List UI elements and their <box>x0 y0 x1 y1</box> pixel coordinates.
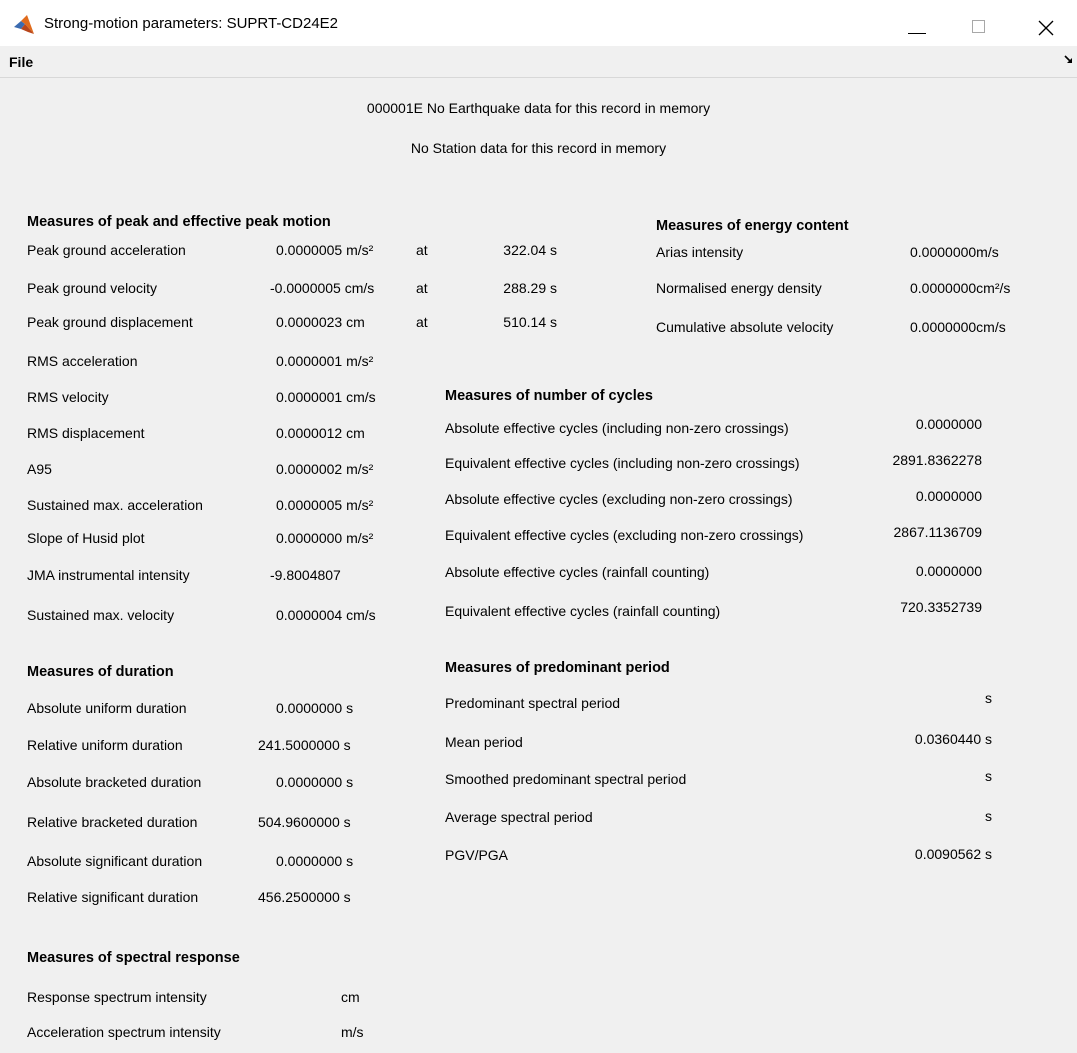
duration-label: Absolute uniform duration <box>27 700 187 716</box>
period-label: Mean period <box>445 734 523 750</box>
maximize-button[interactable] <box>948 0 1008 46</box>
period-label: Predominant spectral period <box>445 695 621 711</box>
peak-label: RMS velocity <box>27 389 109 405</box>
peak-at: at <box>416 280 428 296</box>
peak-value: 0.0000004 cm/s <box>276 607 376 623</box>
cycles-value: 720.3352739 <box>900 599 982 615</box>
dock-arrow-icon[interactable] <box>1064 55 1073 64</box>
energy-value: 0.0000000cm²/s <box>910 280 1011 296</box>
peak-motion-heading: Measures of peak and effective peak moti… <box>27 214 331 230</box>
spectral-value: cm <box>341 989 360 1005</box>
peak-label: Peak ground acceleration <box>27 242 186 258</box>
cycles-value: 0.0000000 <box>915 488 982 504</box>
peak-at: at <box>416 242 428 258</box>
peak-value: 0.0000012 cm <box>276 425 365 441</box>
period-label: Average spectral period <box>445 809 593 825</box>
peak-value: 0.0000005 m/s² <box>276 242 374 258</box>
peak-time: 288.29 s <box>503 280 557 296</box>
period-label: Smoothed predominant spectral period <box>445 771 687 787</box>
cycles-value: 0.0000000 <box>915 416 982 432</box>
duration-label: Absolute significant duration <box>27 853 203 869</box>
duration-value: 0.0000000 s <box>276 853 354 869</box>
duration-value: 0.0000000 s <box>276 700 354 716</box>
peak-label: A95 <box>27 461 52 477</box>
peak-label: Slope of Husid plot <box>27 530 145 546</box>
cycles-label: Absolute effective cycles (excluding non… <box>445 491 793 507</box>
peak-value: 0.0000023 cm <box>276 314 365 330</box>
cycles-label: Absolute effective cycles (including non… <box>445 420 789 436</box>
cycles-value: 2891.8362278 <box>892 452 982 468</box>
peak-value: 0.0000000 m/s² <box>276 530 374 546</box>
peak-label: RMS displacement <box>27 425 145 441</box>
period-heading: Measures of predominant period <box>445 660 670 676</box>
close-button[interactable] <box>1016 0 1076 46</box>
peak-value: -0.0000005 cm/s <box>270 280 375 296</box>
cycles-label: Absolute effective cycles (rainfall coun… <box>445 564 710 580</box>
station-info: No Station data for this record in memor… <box>410 140 667 156</box>
period-label: PGV/PGA <box>445 847 509 863</box>
close-icon <box>1038 20 1054 36</box>
energy-label: Normalised energy density <box>656 280 822 296</box>
peak-label: RMS acceleration <box>27 353 138 369</box>
peak-label: Peak ground velocity <box>27 280 157 296</box>
duration-label: Relative uniform duration <box>27 737 183 753</box>
cycles-label: Equivalent effective cycles (rainfall co… <box>445 603 721 619</box>
period-value: 0.0360440 s <box>914 731 992 747</box>
duration-value: 504.9600000 s <box>258 814 351 830</box>
duration-heading: Measures of duration <box>27 664 174 680</box>
energy-heading: Measures of energy content <box>656 218 849 234</box>
duration-label: Absolute bracketed duration <box>27 774 202 790</box>
energy-value: 0.0000000m/s <box>910 244 999 260</box>
peak-label: Sustained max. acceleration <box>27 497 203 513</box>
menu-bar: File <box>0 46 1077 78</box>
peak-value: 0.0000001 m/s² <box>276 353 374 369</box>
cycles-heading: Measures of number of cycles <box>445 388 653 404</box>
period-value: s <box>985 768 992 784</box>
duration-value: 241.5000000 s <box>258 737 351 753</box>
peak-value: -9.8004807 <box>270 567 341 583</box>
matlab-icon <box>14 15 34 34</box>
title-bar: Strong-motion parameters: SUPRT-CD24E2 <box>0 0 1077 46</box>
period-value: s <box>985 808 992 824</box>
duration-label: Relative significant duration <box>27 889 199 905</box>
spectral-value: m/s <box>341 1024 364 1040</box>
period-value: 0.0090562 s <box>914 846 992 862</box>
peak-value: 0.0000005 m/s² <box>276 497 374 513</box>
duration-label: Relative bracketed duration <box>27 814 198 830</box>
cycles-value: 0.0000000 <box>915 563 982 579</box>
peak-label: JMA instrumental intensity <box>27 567 190 583</box>
menu-file[interactable]: File <box>9 54 33 70</box>
peak-label: Sustained max. velocity <box>27 607 175 623</box>
peak-label: Peak ground displacement <box>27 314 193 330</box>
duration-value: 456.2500000 s <box>258 889 351 905</box>
energy-value: 0.0000000cm/s <box>910 319 1006 335</box>
peak-time: 510.14 s <box>503 314 557 330</box>
minimize-button[interactable] <box>888 0 948 46</box>
earthquake-info: 000001E No Earthquake data for this reco… <box>366 100 711 116</box>
spectral-label: Response spectrum intensity <box>27 989 207 1005</box>
peak-value: 0.0000001 cm/s <box>276 389 376 405</box>
period-value: s <box>985 690 992 706</box>
energy-label: Cumulative absolute velocity <box>656 319 834 335</box>
cycles-value: 2867.1136709 <box>893 524 983 540</box>
window-title: Strong-motion parameters: SUPRT-CD24E2 <box>44 15 339 32</box>
cycles-label: Equivalent effective cycles (excluding n… <box>445 527 804 543</box>
spectral-heading: Measures of spectral response <box>27 950 240 966</box>
peak-value: 0.0000002 m/s² <box>276 461 374 477</box>
cycles-label: Equivalent effective cycles (including n… <box>445 455 800 471</box>
peak-time: 322.04 s <box>503 242 557 258</box>
spectral-label: Acceleration spectrum intensity <box>27 1024 221 1040</box>
energy-label: Arias intensity <box>656 244 744 260</box>
peak-at: at <box>416 314 428 330</box>
duration-value: 0.0000000 s <box>276 774 354 790</box>
